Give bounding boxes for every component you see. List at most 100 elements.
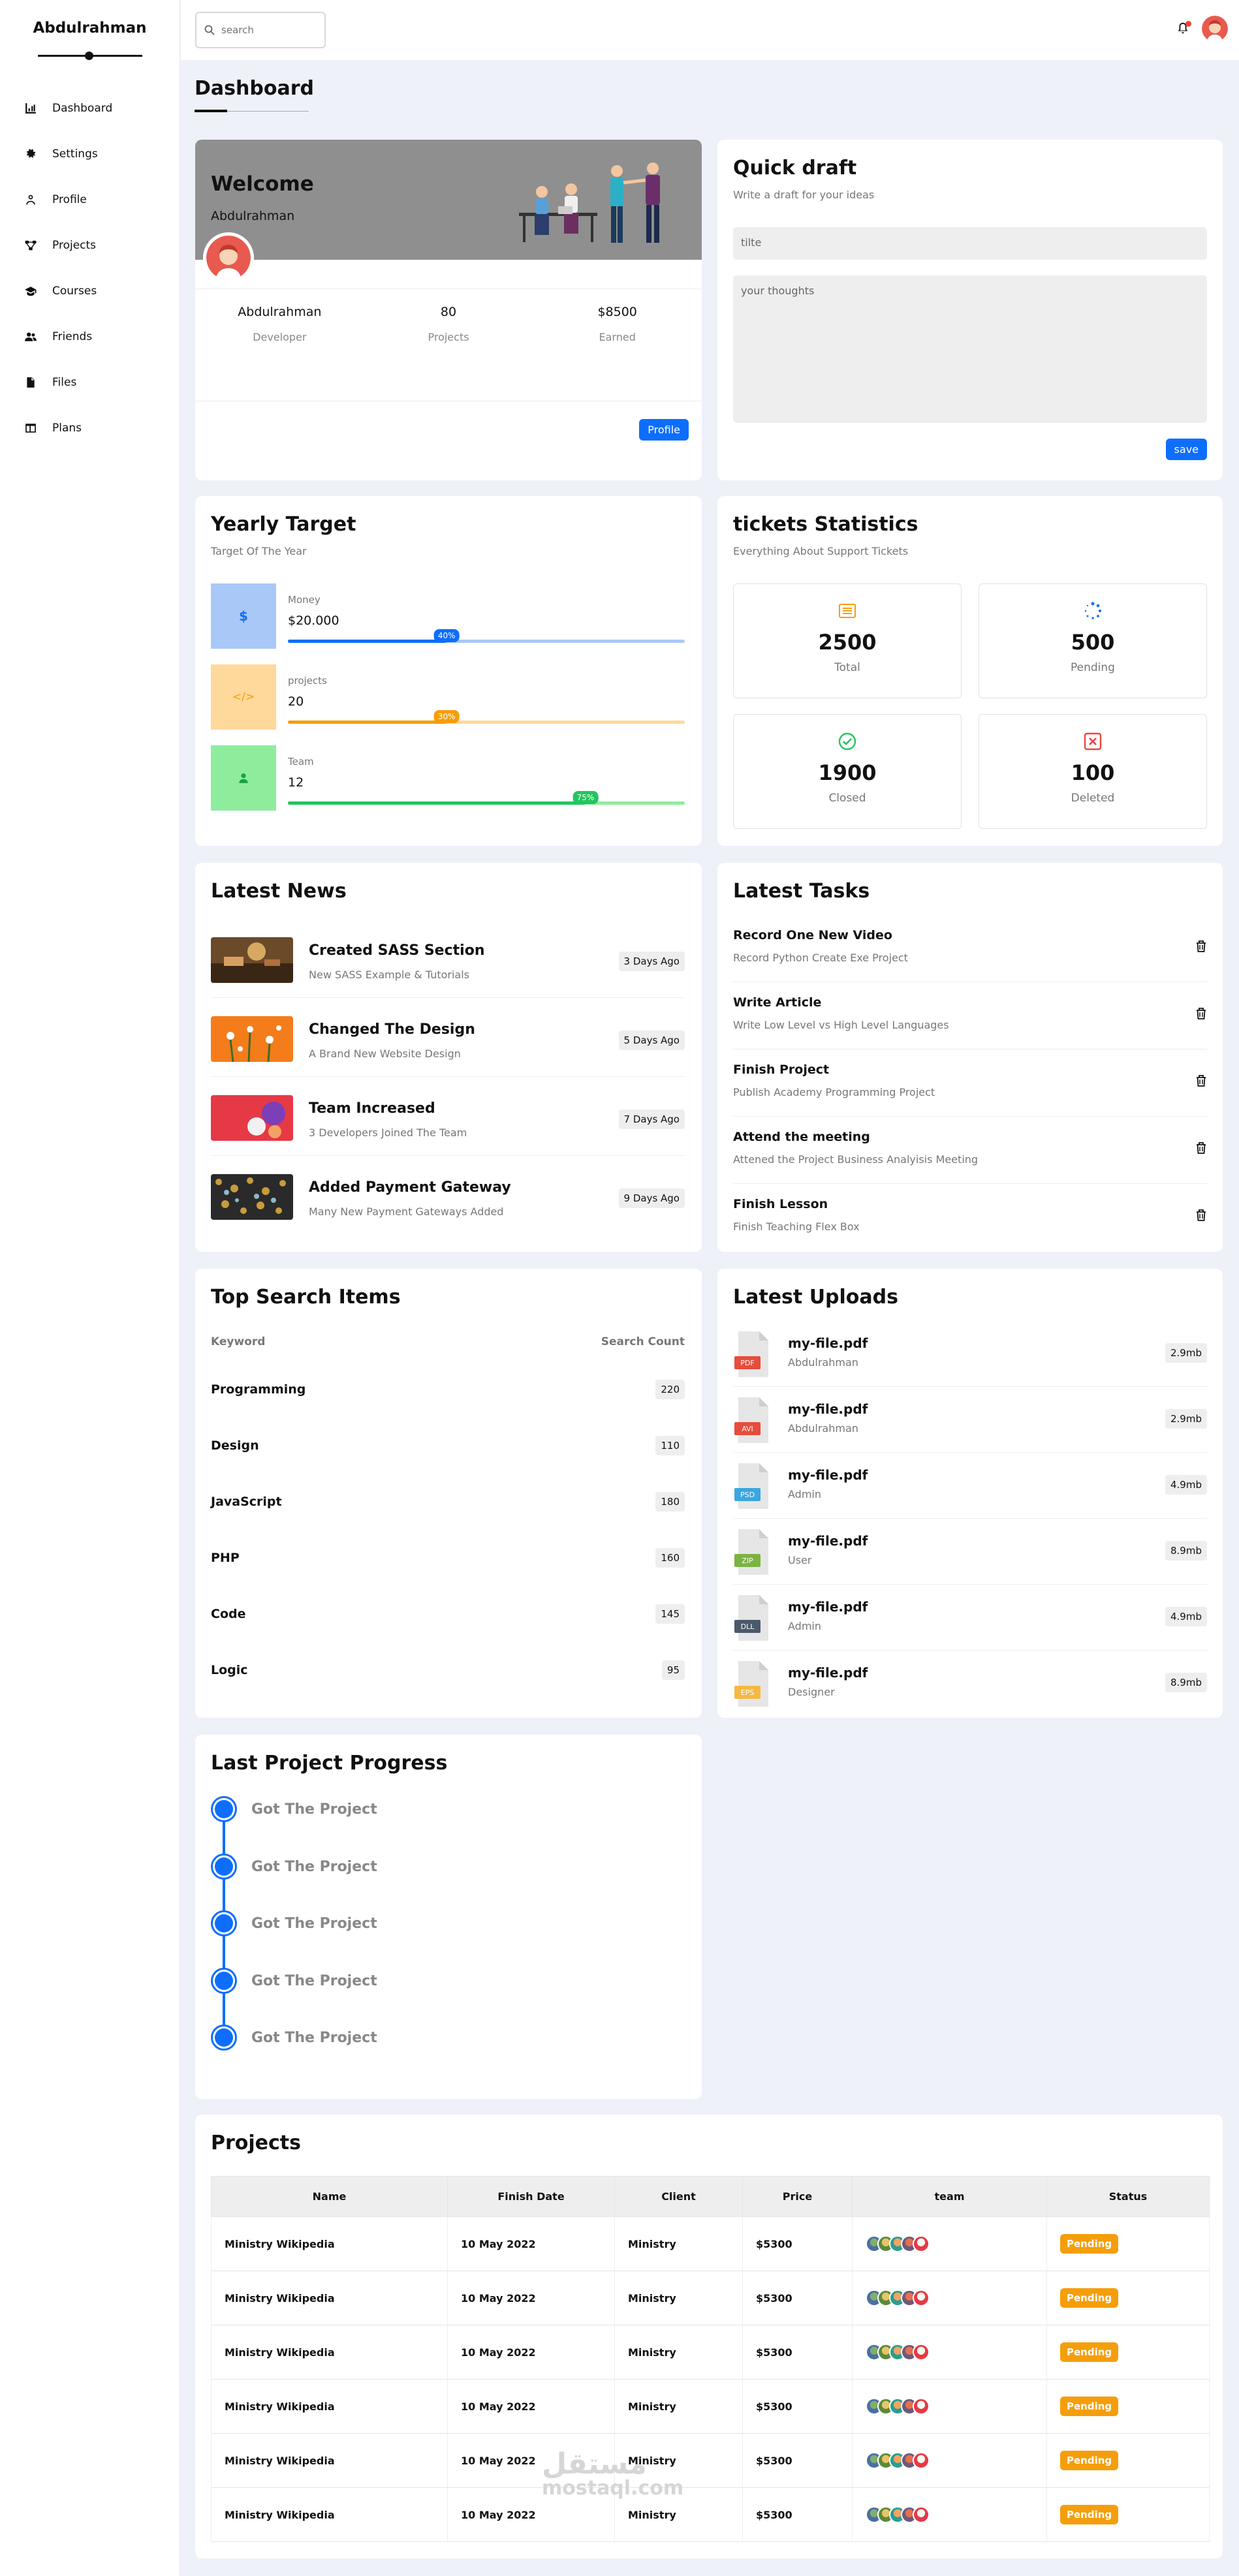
target-label: projects [288,675,327,687]
sidebar-item-projects[interactable]: Projects [0,223,180,268]
upload-item[interactable]: EPS my-file.pdf Designer 8.9mb [733,1651,1207,1716]
status-badge: Pending [1060,2288,1119,2308]
progress-dot [211,2025,237,2051]
status-cell: Pending [1046,2487,1210,2542]
sidebar-item-profile[interactable]: Profile [0,177,180,223]
ticket-value: 1900 [818,760,877,785]
file-size: 4.9mb [1165,1475,1207,1495]
table-row[interactable]: Ministry Wikipedia 10 May 2022 Ministry $53… [211,2216,1210,2271]
status-badge: Pending [1060,2505,1119,2524]
news-thumbnail [211,1016,293,1062]
upload-item[interactable]: PDF my-file.pdf Abdulrahman 2.9mb [733,1321,1207,1387]
search-row: Code 145 [211,1586,685,1642]
upload-item[interactable]: AVI my-file.pdf Abdulrahman 2.9mb [733,1387,1207,1453]
search-row: Logic 95 [211,1642,685,1698]
draft-title-input[interactable]: tilte [733,227,1207,260]
task-item: Write Article Write Low Level vs High Le… [733,982,1207,1049]
status-cell: Pending [1046,2216,1210,2271]
user-avatar[interactable] [1202,16,1228,42]
profile-button[interactable]: Profile [639,419,689,441]
status-badge: Pending [1060,2234,1119,2254]
save-button[interactable]: save [1165,439,1207,460]
news-item[interactable]: Created SASS Section New SASS Example & … [211,919,685,998]
team-avatar [913,2344,930,2361]
welcome-illustration [519,163,660,243]
sidebar-item-friends[interactable]: Friends [0,314,180,360]
ticket-label: Pending [1071,661,1115,674]
task-desc: Record Python Create Exe Project [733,952,908,964]
project-name: Ministry Wikipedia [211,2433,448,2488]
progress-text: Got The Project [251,1858,377,1875]
sidebar-item-plans[interactable]: Plans [0,405,180,451]
news-thumbnail [211,937,293,983]
table-row[interactable]: Ministry Wikipedia 10 May 2022 Ministry $53… [211,2433,1210,2488]
search-row: PHP 160 [211,1530,685,1586]
file-owner: Designer [788,1686,835,1698]
ticket-label: Closed [828,792,866,805]
latest-uploads-card: Latest Uploads PDF my-file.pdf Abdulrahman… [717,1269,1223,1718]
upload-item[interactable]: ZIP my-file.pdf User 8.9mb [733,1519,1207,1585]
upload-item[interactable]: DLL my-file.pdf Admin 4.9mb [733,1585,1207,1651]
file-icon [24,375,38,390]
progress-step: Got The Project [211,1795,377,1823]
table-row[interactable]: Ministry Wikipedia 10 May 2022 Ministry $53… [211,2325,1210,2380]
file-size: 2.9mb [1165,1343,1207,1363]
table-row[interactable]: Ministry Wikipedia 10 May 2022 Ministry $53… [211,2271,1210,2325]
sidebar-item-dashboard[interactable]: Dashboard [0,85,180,131]
sidebar-item-label: Friends [52,330,93,343]
client: Ministry [614,2216,743,2271]
task-title: Record One New Video [733,928,892,942]
keyword: Programming [211,1382,306,1397]
sidebar-item-files[interactable]: Files [0,360,180,405]
table-row[interactable]: Ministry Wikipedia 10 May 2022 Ministry $53… [211,2379,1210,2434]
yearly-target-card: Yearly Target Target Of The Year $ Money… [195,496,702,846]
trash-icon[interactable] [1195,1141,1207,1155]
welcome-card: Welcome Abdulrahman Abdulrahman Developer… [195,140,702,480]
trash-icon[interactable] [1195,1209,1207,1222]
ticket-total: 2500 Total [733,583,962,698]
keyword: Logic [211,1663,248,1677]
file-owner: User [788,1554,812,1566]
quick-draft-card: Quick draft Write a draft for your ideas… [717,140,1223,480]
progress-dot [211,1968,237,1994]
welcome-banner: Welcome Abdulrahman [195,140,702,260]
news-item[interactable]: Added Payment Gateway Many New Payment G… [211,1156,685,1235]
sidebar-item-settings[interactable]: Settings [0,131,180,177]
team-avatars [866,2398,1046,2415]
team-avatar [913,2452,930,2469]
title-underline [195,110,227,112]
sidebar-item-courses[interactable]: Courses [0,268,180,314]
upload-item[interactable]: PSD my-file.pdf Admin 4.9mb [733,1453,1207,1519]
news-time-badge: 9 Days Ago [618,1188,685,1208]
welcome-name: Abdulrahman [211,209,295,223]
tickets-subtitle: Everything About Support Tickets [733,545,909,557]
latest-news-card: Latest News Created SASS Section New SAS… [195,863,702,1252]
search-box[interactable] [195,12,326,48]
target-progress-track: 30% [288,710,685,724]
projects-table: Name Finish Date Client Price team Statu… [211,2176,1210,2542]
news-item[interactable]: Changed The Design A Brand New Website D… [211,998,685,1077]
ticket-pending: 500 Pending [979,583,1207,698]
trash-icon[interactable] [1195,1007,1207,1020]
target-progress-track: 75% [288,791,685,805]
stat-value: $8500 [597,305,637,319]
client: Ministry [614,2325,743,2380]
svg-text:EPS: EPS [741,1688,755,1697]
search-input[interactable] [221,24,313,36]
draft-body-textarea[interactable]: your thoughts [733,275,1207,423]
trash-icon[interactable] [1195,1074,1207,1087]
person-icon [211,745,276,811]
col-client: Client [614,2176,743,2217]
table-row[interactable]: Ministry Wikipedia 10 May 2022 Ministry $53… [211,2487,1210,2542]
target-progress-track: 40% [288,629,685,643]
trash-icon[interactable] [1195,940,1207,953]
search-count: 110 [655,1436,685,1455]
file-name: my-file.pdf [788,1401,868,1417]
notifications-button[interactable] [1176,21,1191,37]
news-item[interactable]: Team Increased 3 Developers Joined The T… [211,1077,685,1156]
code-icon: </> [211,664,276,730]
search-count: 220 [655,1380,685,1399]
client: Ministry [614,2433,743,2488]
progress-text: Got The Project [251,2029,377,2046]
file-size: 8.9mb [1165,1673,1207,1692]
